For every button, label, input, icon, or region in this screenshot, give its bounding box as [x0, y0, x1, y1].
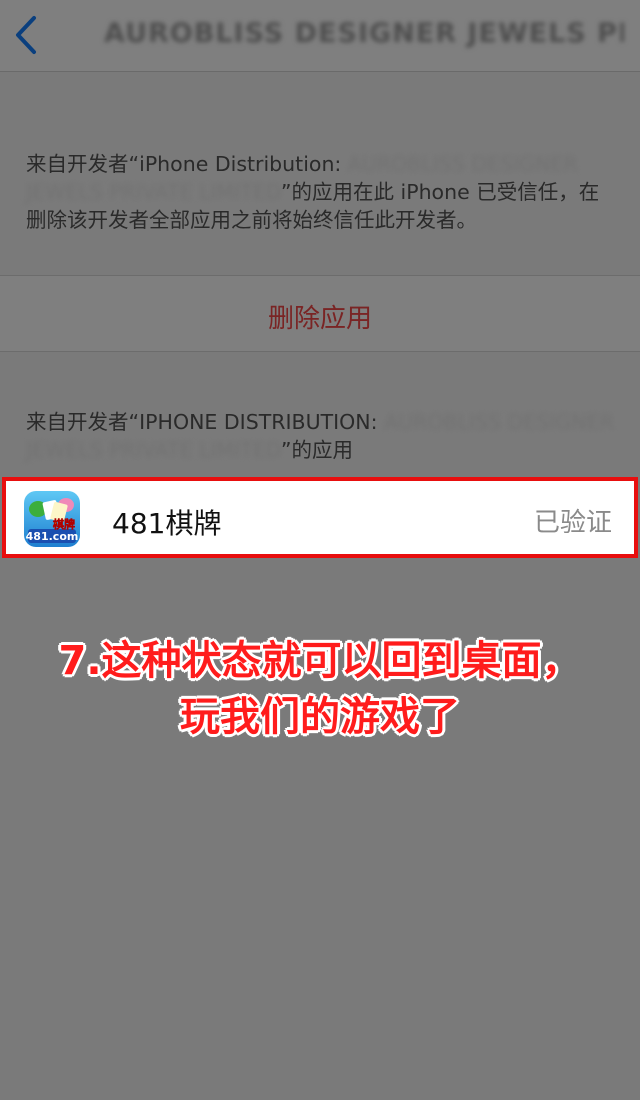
app-name: 481棋牌 — [112, 507, 222, 540]
app-icon-text: 481.com — [26, 530, 79, 543]
apps-header-prefix: 来自开发者“IPHONE DISTRIBUTION: — [26, 410, 385, 434]
trust-description-prefix: 来自开发者“iPhone Distribution: — [26, 152, 348, 176]
verified-status: 已验证 — [533, 508, 612, 538]
app-icon: 481.com 棋牌 — [24, 491, 80, 547]
delete-app-label: 删除应用 — [267, 304, 372, 334]
page-title: AUROBLISS DESIGNER JEWELS PRI... — [104, 18, 624, 49]
apps-section-header: 来自开发者“IPHONE DISTRIBUTION: AUROBLISS DES… — [26, 408, 616, 464]
chevron-left-icon — [16, 16, 36, 54]
app-icon-badge: 棋牌 — [52, 517, 75, 531]
navigation-bar: AUROBLISS DESIGNER JEWELS PRI... — [0, 0, 640, 72]
app-list-item[interactable]: 481.com 棋牌 481棋牌 已验证 — [2, 477, 638, 558]
instruction-caption-line1: 7.这种状态就可以回到桌面， — [58, 638, 582, 684]
instruction-caption-line2: 玩我们的游戏了 — [180, 694, 460, 740]
trust-description: 来自开发者“iPhone Distribution: AUROBLISS DES… — [26, 150, 616, 234]
apps-header-suffix: ”的应用 — [280, 438, 353, 462]
back-button[interactable] — [12, 14, 42, 56]
delete-app-button[interactable]: 删除应用 — [0, 275, 640, 352]
